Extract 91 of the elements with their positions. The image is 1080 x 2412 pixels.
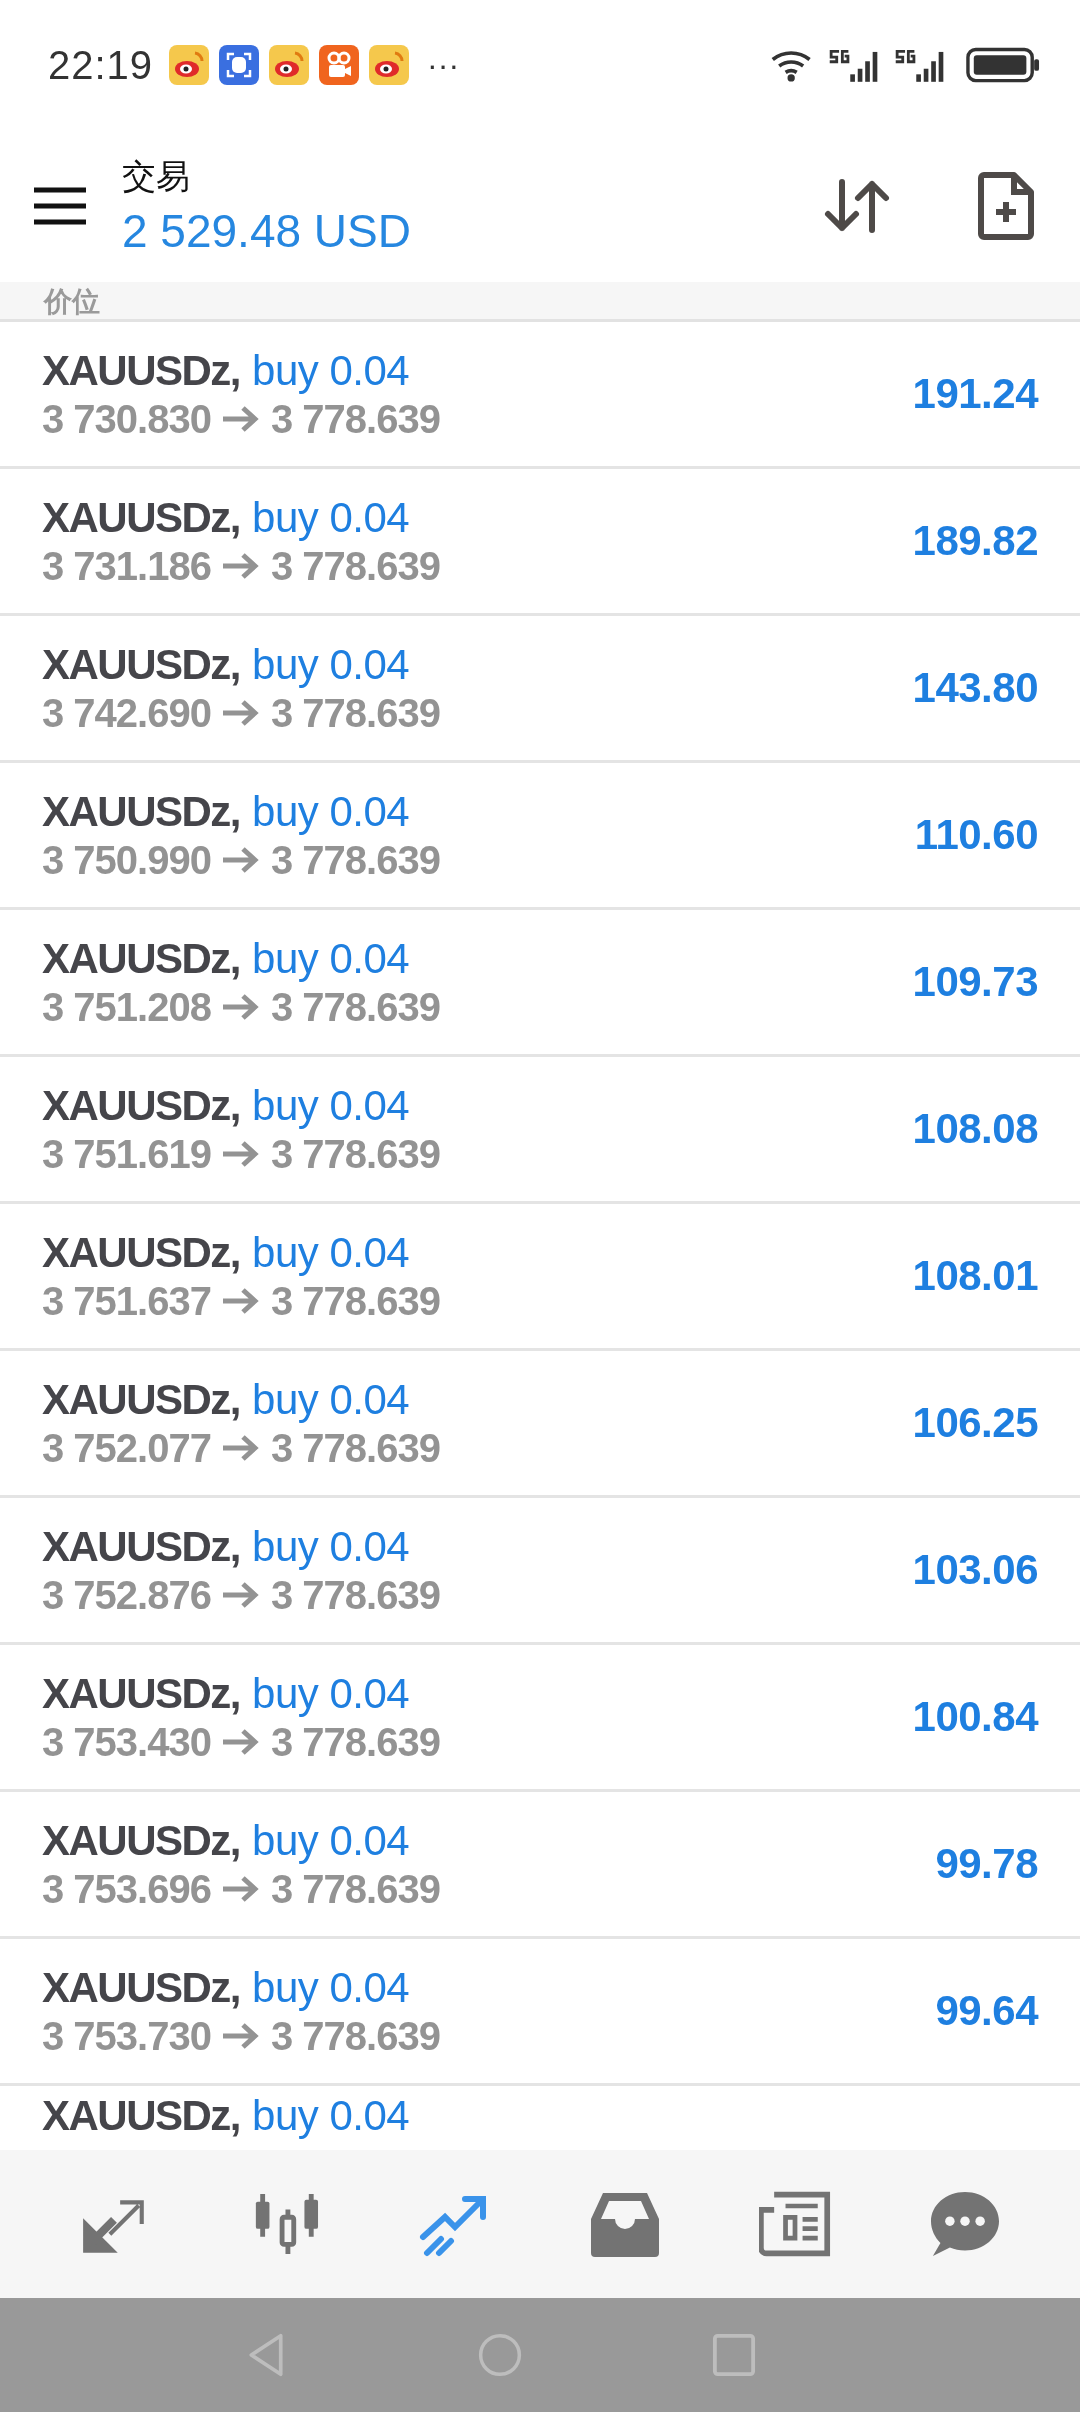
arrow-icon bbox=[220, 1140, 261, 1168]
more-notifications: ··· bbox=[427, 46, 460, 84]
profit-value: 108.01 bbox=[912, 1252, 1038, 1300]
order-label: buy 0.04 bbox=[252, 1816, 410, 1865]
symbol-label: XAUUSDz, bbox=[42, 2092, 241, 2140]
new-document-icon[interactable] bbox=[978, 172, 1034, 240]
open-price: 3 752.876 bbox=[42, 1572, 211, 1618]
current-price: 3 778.639 bbox=[270, 837, 440, 883]
order-label: buy 0.04 bbox=[252, 640, 410, 689]
symbol-label: XAUUSDz, bbox=[42, 934, 241, 983]
section-header: 价位 bbox=[0, 282, 1080, 322]
current-price: 3 778.639 bbox=[270, 396, 440, 442]
arrow-icon bbox=[220, 2022, 261, 2050]
order-label: buy 0.04 bbox=[252, 1228, 410, 1277]
profit-value: 99.64 bbox=[935, 1987, 1038, 2035]
inbox-icon bbox=[589, 2190, 661, 2258]
current-price: 3 778.639 bbox=[270, 690, 440, 736]
open-price: 3 731.186 bbox=[42, 543, 211, 589]
open-price: 3 730.830 bbox=[42, 396, 211, 442]
arrow-icon bbox=[220, 405, 261, 433]
open-price: 3 751.619 bbox=[42, 1131, 211, 1177]
order-label: buy 0.04 bbox=[252, 1522, 410, 1571]
symbol-label: XAUUSDz, bbox=[42, 346, 241, 395]
current-price: 3 778.639 bbox=[270, 1866, 440, 1912]
symbol-label: XAUUSDz, bbox=[42, 1228, 241, 1277]
eye-app-icon bbox=[369, 45, 410, 85]
order-label: buy 0.04 bbox=[252, 346, 410, 395]
profit-value: 109.73 bbox=[912, 958, 1038, 1006]
current-price: 3 778.639 bbox=[270, 2013, 440, 2059]
symbol-label: XAUUSDz, bbox=[42, 787, 241, 836]
symbol-label: XAUUSDz, bbox=[42, 493, 241, 542]
profit-value: 110.60 bbox=[914, 811, 1038, 859]
order-label: buy 0.04 bbox=[252, 934, 410, 983]
arrow-icon bbox=[220, 993, 261, 1021]
order-label: buy 0.04 bbox=[252, 1669, 410, 1718]
current-price: 3 778.639 bbox=[270, 1278, 440, 1324]
sort-icon[interactable] bbox=[822, 176, 892, 236]
chat-bubble-icon bbox=[929, 2190, 1001, 2258]
arrow-icon bbox=[220, 1287, 261, 1315]
symbol-label: XAUUSDz, bbox=[42, 1522, 241, 1571]
eye-app-icon bbox=[169, 45, 210, 85]
profit-value: 108.08 bbox=[912, 1105, 1038, 1153]
arrow-icon bbox=[220, 1434, 261, 1462]
profit-value: 100.84 bbox=[912, 1693, 1038, 1741]
arrow-icon bbox=[220, 1875, 261, 1903]
newspaper-icon bbox=[759, 2190, 831, 2258]
order-label: buy 0.04 bbox=[252, 1081, 410, 1130]
open-price: 3 750.990 bbox=[42, 837, 211, 883]
order-label: buy 0.04 bbox=[252, 2092, 410, 2140]
symbol-label: XAUUSDz, bbox=[42, 1816, 241, 1865]
profit-value: 189.82 bbox=[912, 517, 1038, 565]
open-price: 3 751.637 bbox=[42, 1278, 211, 1324]
open-price: 3 753.430 bbox=[42, 1719, 211, 1765]
arrow-icon bbox=[220, 846, 261, 874]
symbol-label: XAUUSDz, bbox=[42, 640, 241, 689]
arrow-icon bbox=[220, 1728, 261, 1756]
open-price: 3 753.730 bbox=[42, 2013, 211, 2059]
current-price: 3 778.639 bbox=[270, 984, 440, 1030]
profit-value: 143.80 bbox=[912, 664, 1038, 712]
current-price: 3 778.639 bbox=[270, 1572, 440, 1618]
current-price: 3 778.639 bbox=[270, 1131, 440, 1177]
order-label: buy 0.04 bbox=[252, 493, 410, 542]
arrow-icon bbox=[220, 1581, 261, 1609]
symbol-label: XAUUSDz, bbox=[42, 1081, 241, 1130]
battery-icon bbox=[966, 45, 1040, 85]
profit-value: 103.06 bbox=[912, 1546, 1038, 1594]
arrow-icon bbox=[220, 552, 261, 580]
face-scan-icon bbox=[219, 45, 260, 85]
symbol-label: XAUUSDz, bbox=[42, 1669, 241, 1718]
arrow-icon bbox=[220, 699, 261, 727]
order-label: buy 0.04 bbox=[252, 787, 410, 836]
open-price: 3 742.690 bbox=[42, 690, 211, 736]
order-label: buy 0.04 bbox=[252, 1963, 410, 2012]
current-price: 3 778.639 bbox=[270, 1719, 440, 1765]
symbol-label: XAUUSDz, bbox=[42, 1375, 241, 1424]
open-price: 3 753.696 bbox=[42, 1866, 211, 1912]
profit-value: 99.78 bbox=[935, 1840, 1038, 1888]
current-price: 3 778.639 bbox=[270, 543, 440, 589]
open-price: 3 751.208 bbox=[42, 984, 211, 1030]
menu-icon[interactable] bbox=[32, 186, 88, 226]
profit-value: 191.24 bbox=[912, 370, 1038, 418]
balance-amount: 2 529.48 USD bbox=[122, 204, 412, 258]
symbol-label: XAUUSDz, bbox=[42, 1963, 241, 2012]
video-app-icon bbox=[319, 45, 360, 85]
profit-value: 106.25 bbox=[912, 1399, 1038, 1447]
screen-title: 交易 bbox=[122, 156, 191, 197]
open-price: 3 752.077 bbox=[42, 1425, 211, 1471]
order-label: buy 0.04 bbox=[252, 1375, 410, 1424]
status-time: 22:19 bbox=[48, 42, 154, 88]
current-price: 3 778.639 bbox=[270, 1425, 440, 1471]
eye-app-icon bbox=[269, 45, 310, 85]
